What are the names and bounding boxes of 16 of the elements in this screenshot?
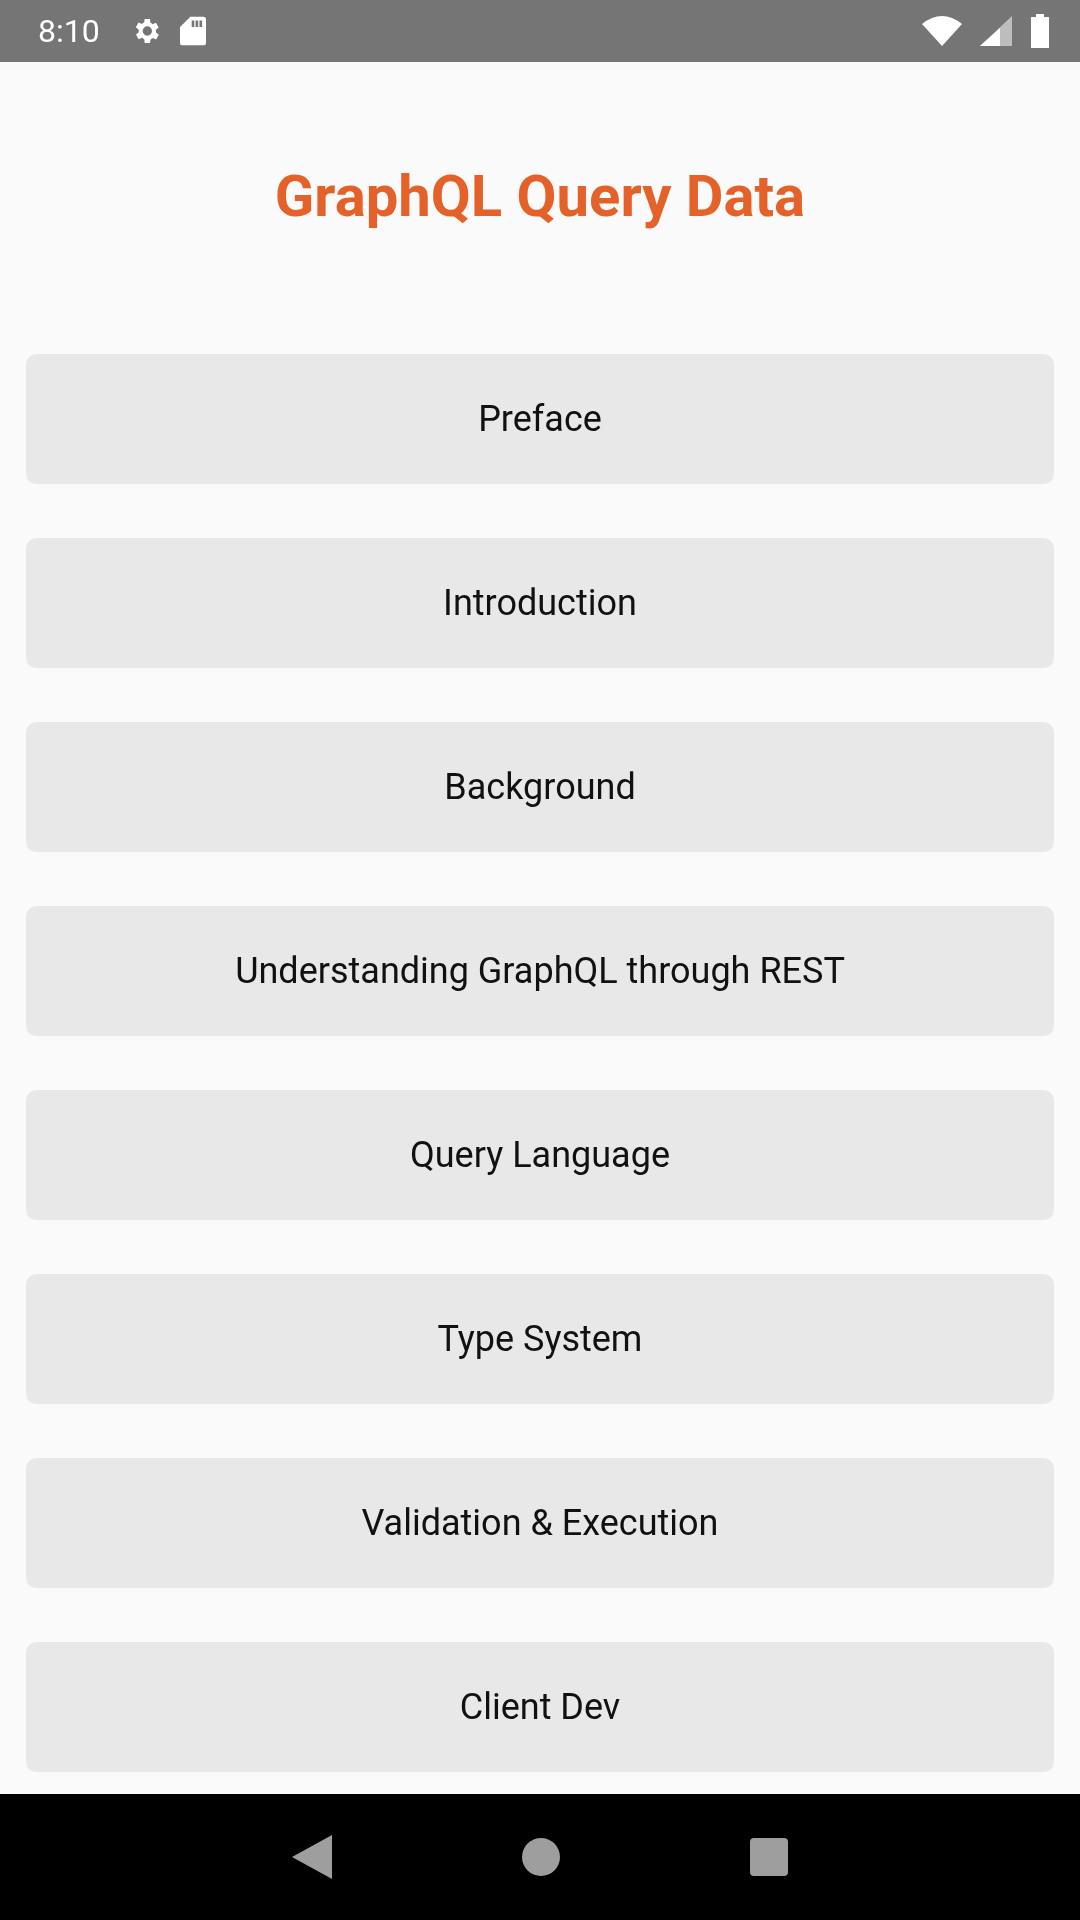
back-icon[interactable]	[292, 1835, 332, 1879]
sd-card-icon	[179, 15, 206, 47]
chapter-button[interactable]: Introduction	[26, 538, 1054, 668]
chapter-button[interactable]: Understanding GraphQL through REST	[26, 906, 1054, 1036]
clock-time: 8:10	[38, 12, 100, 50]
app-title: GraphQL Query Data	[273, 162, 807, 230]
chapter-button[interactable]: Type System	[26, 1274, 1054, 1404]
chapter-button[interactable]: Query Language	[26, 1090, 1054, 1220]
battery-icon	[1030, 14, 1050, 48]
signal-icon	[980, 16, 1012, 46]
wifi-icon	[922, 16, 962, 46]
chapter-button[interactable]: Background	[26, 722, 1054, 852]
home-icon[interactable]	[522, 1838, 560, 1876]
chapter-button[interactable]: Client Dev	[26, 1642, 1054, 1772]
chapter-button[interactable]: Preface	[26, 354, 1054, 484]
chapter-button[interactable]: Validation & Execution	[26, 1458, 1054, 1588]
